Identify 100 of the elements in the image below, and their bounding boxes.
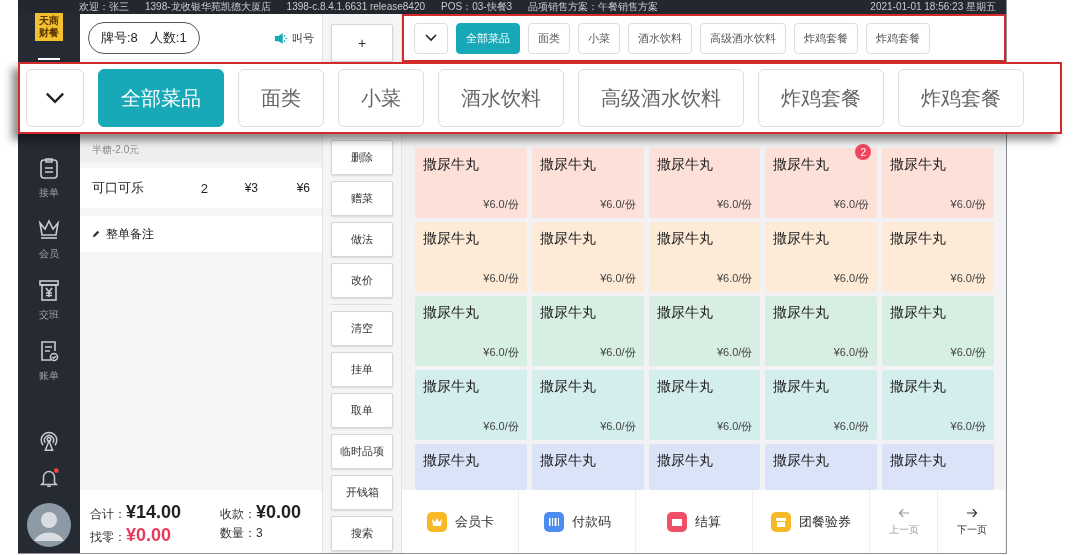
sidebar-label[interactable]: 接单 [39,186,59,200]
action-button[interactable]: 开钱箱 [331,475,393,510]
cash-box-icon[interactable] [37,278,61,302]
category-tab[interactable]: 高级酒水饮料 [700,22,786,54]
status-text: 1398-c.8.4.1.6631 release8420 [286,0,426,14]
dish-name: 撒尿牛丸 [656,378,714,396]
dish-card[interactable]: 撒尿牛丸 ¥6.0/份 [648,222,761,292]
sidebar-label[interactable]: 账单 [39,369,59,383]
dish-card[interactable]: 撒尿牛丸 ¥6.0/份 [765,296,878,366]
action-button[interactable]: 赠菜 [331,181,393,216]
dish-name: 撒尿牛丸 [423,230,480,248]
total-label: 合计： [90,505,126,523]
sidebar-label[interactable]: 会员 [39,247,59,261]
dish-card[interactable]: 撒尿牛丸 ¥6.0/份 [415,296,527,366]
dish-card[interactable]: 撒尿牛丸 ¥6.0/份 [531,148,644,218]
dish-name: 撒尿牛丸 [539,230,597,248]
dish-card[interactable]: 撒尿牛丸 ¥6.0/份 [531,222,644,292]
call-number-button[interactable]: 叫号 [274,30,314,46]
status-text: POS：03-快餐3 [441,0,513,14]
dish-name: 撒尿牛丸 [539,156,597,174]
item-name: 可口可乐 [92,179,145,197]
dish-name: 撒尿牛丸 [539,304,597,322]
dish-name: 撒尿牛丸 [773,304,831,322]
crown-icon[interactable] [37,217,61,241]
dish-name: 撒尿牛丸 [539,378,597,396]
dish-name: 撒尿牛丸 [423,156,480,174]
dish-name: 撒尿牛丸 [890,304,948,322]
dish-price: ¥6.0/份 [483,197,519,212]
order-row[interactable]: 可口可乐 2 ¥3 ¥6 [80,168,322,208]
total-value: ¥14.00 [126,501,182,523]
action-button[interactable]: 取单 [331,393,393,428]
action-button[interactable]: 挂单 [331,352,393,387]
action-button[interactable]: 搜索 [331,516,393,551]
add-button[interactable]: + [331,24,393,62]
dish-card[interactable]: 撒尿牛丸 [882,444,994,490]
category-tab[interactable]: 炸鸡套餐 [758,69,884,127]
category-tab[interactable]: 炸鸡套餐 [794,22,858,54]
category-tab[interactable]: 面类 [238,69,324,127]
dish-price: ¥6.0/份 [950,345,986,360]
chevron-down-icon [44,91,66,105]
category-tab[interactable]: 炸鸡套餐 [898,69,1024,127]
crown-icon [426,511,447,532]
dish-price: ¥6.0/份 [483,419,519,434]
dish-card[interactable]: 撒尿牛丸 [765,444,878,490]
dish-card[interactable]: 撒尿牛丸 ¥6.0/份 [648,148,761,218]
dish-name: 撒尿牛丸 [656,230,714,248]
dish-price: ¥6.0/份 [950,197,986,212]
dish-card[interactable]: 撒尿牛丸 ¥6.0/份 [648,370,761,440]
dish-price: ¥6.0/份 [716,419,753,434]
speaker-icon [274,32,288,44]
dish-card[interactable]: 撒尿牛丸 [648,444,761,490]
dish-card[interactable]: 撒尿牛丸 ¥6.0/份 [531,370,644,440]
dish-card[interactable]: 撒尿牛丸 ¥6.0/份 [765,370,878,440]
dish-card[interactable]: 撒尿牛丸 ¥6.0/份 [415,370,527,440]
dish-card[interactable]: 撒尿牛丸 ¥6.0/份 [415,148,527,218]
item-total: ¥6 [296,181,310,195]
dish-card[interactable]: 撒尿牛丸 ¥6.0/份 [882,222,994,292]
dish-card[interactable]: 撒尿牛丸 ¥6.0/份 [415,222,527,292]
action-button[interactable]: 临时品项 [331,434,393,469]
dish-card[interactable]: 撒尿牛丸 ¥6.0/份 [531,296,644,366]
dish-card[interactable]: 撒尿牛丸 ¥6.0/份 [882,148,994,218]
broadcast-icon[interactable] [38,431,60,453]
category-tab[interactable]: 炸鸡套餐 [866,22,930,54]
category-tab[interactable]: 酒水饮料 [438,69,564,127]
dish-name: 撒尿牛丸 [656,156,714,174]
dropdown-button[interactable] [414,22,448,54]
dish-card[interactable]: 撒尿牛丸 ¥6.0/份 [882,370,994,440]
action-button[interactable]: 改价 [331,263,393,298]
action-button[interactable]: 清空 [331,311,393,346]
dish-price: ¥6.0/份 [833,271,870,286]
dish-card[interactable]: 撒尿牛丸 [415,444,527,490]
dish-price: ¥6.0/份 [483,271,519,286]
category-tab[interactable]: 小菜 [578,22,620,54]
dish-price: ¥6.0/份 [600,345,636,360]
status-text: 1398-龙收银华苑凯德大厦店 [145,0,271,14]
category-tab[interactable]: 小菜 [338,69,424,127]
clipboard-icon[interactable] [37,156,61,180]
dish-price: ¥6.0/份 [716,345,753,360]
sidebar-label[interactable]: 交班 [39,308,59,322]
order-remark-button[interactable]: 整单备注 [80,216,322,252]
status-text: 品项销售方案：午餐销售方案 [528,0,659,14]
action-button[interactable]: 删除 [331,140,393,175]
dish-price: ¥6.0/份 [483,345,519,360]
dish-card[interactable]: 撒尿牛丸 ¥6.0/份 [648,296,761,366]
category-tab[interactable]: 高级酒水饮料 [578,69,744,127]
dish-name: 撒尿牛丸 [890,452,948,470]
category-tab[interactable]: 酒水饮料 [628,22,692,54]
dish-name: 撒尿牛丸 [773,378,831,396]
dish-card[interactable]: 撒尿牛丸 [531,444,644,490]
avatar-icon[interactable] [27,503,71,547]
category-tab[interactable]: 面类 [528,22,570,54]
dish-card[interactable]: 撒尿牛丸 ¥6.0/份 [765,222,878,292]
dish-price: ¥6.0/份 [833,345,870,360]
total-label: 找零： [90,528,126,546]
action-button[interactable]: 做法 [331,222,393,257]
dish-card[interactable]: 撒尿牛丸 ¥6.0/份 [882,296,994,366]
dish-name: 撒尿牛丸 [423,378,480,396]
dish-name: 撒尿牛丸 [423,452,480,470]
dish-price: ¥6.0/份 [950,271,986,286]
bell-icon[interactable] [38,467,60,489]
